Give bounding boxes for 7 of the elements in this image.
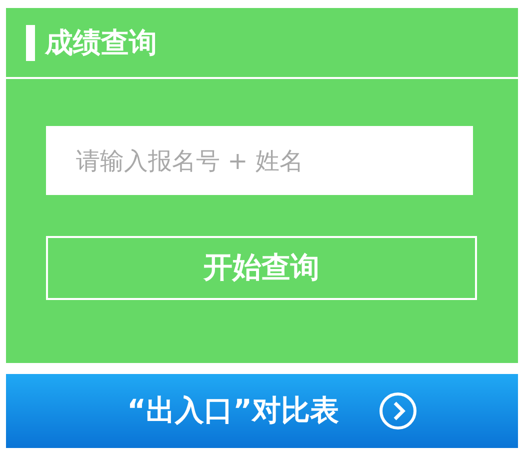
accent-bar <box>26 24 35 60</box>
banner-text: “出入口”对比表 <box>126 392 340 429</box>
chevron-circle-icon <box>379 392 418 430</box>
panel-title: 成绩查询 <box>45 24 157 60</box>
comparison-banner[interactable]: “出入口”对比表 <box>6 374 518 448</box>
search-field[interactable]: 请输入报名号 + 姓名 <box>46 126 473 195</box>
query-button[interactable]: 开始查询 <box>46 236 477 300</box>
